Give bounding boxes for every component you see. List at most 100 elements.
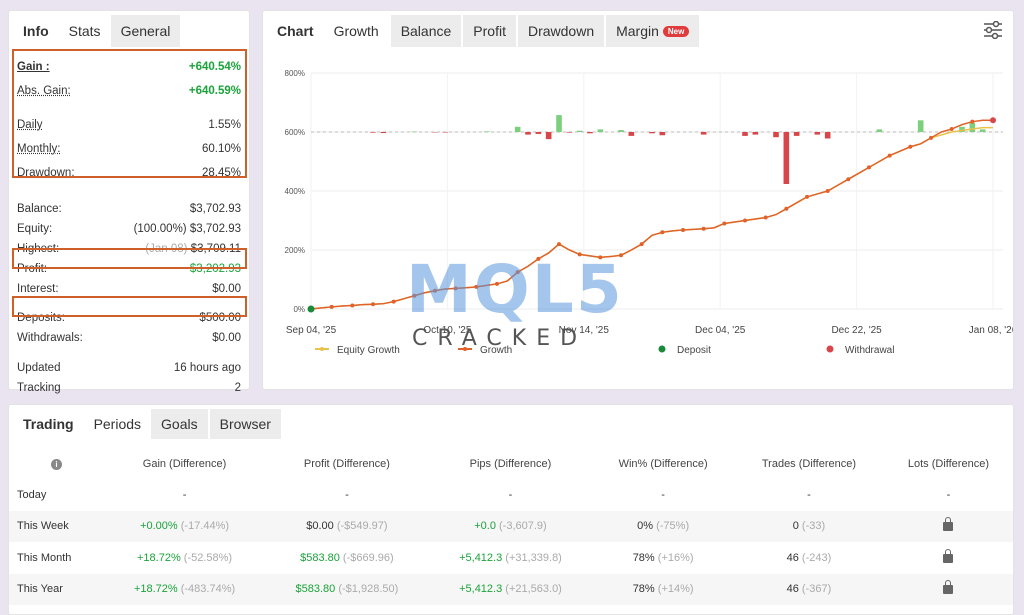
x-tick-label: Sep 04, '25 [286, 325, 337, 336]
trades-diff: (-243) [801, 551, 832, 564]
trades-diff: (-33) [801, 520, 826, 533]
win-cell: 78% (+14%) [592, 573, 734, 605]
lock-icon[interactable] [943, 548, 954, 563]
profit-cell: $583.80 (-$1,928.50) [265, 573, 429, 605]
daily-bar-negative [659, 132, 666, 136]
tab-balance[interactable]: Balance [390, 15, 462, 47]
tab-periods[interactable]: Periods [84, 409, 151, 439]
gain-value: +0.00% [140, 520, 178, 533]
daily-bar-negative [566, 132, 573, 133]
balance-row: Balance: $3,702.93 [13, 199, 245, 219]
growth-point [743, 218, 747, 223]
lots-cell [884, 542, 1013, 574]
growth-point [474, 284, 479, 289]
tab-profit[interactable]: Profit [463, 15, 516, 47]
growth-point [453, 286, 458, 291]
balance-label: Balance: [17, 203, 62, 215]
tracking-value: 2 [234, 382, 241, 394]
tab-margin[interactable]: Margin New [606, 15, 700, 47]
tab-stats[interactable]: Stats [59, 15, 111, 47]
lock-icon[interactable] [943, 517, 954, 532]
gain-diff: (-483.74%) [180, 583, 236, 596]
gain-cell: +0.00% (-17.44%) [104, 510, 266, 542]
daily-bar-negative [752, 132, 759, 135]
y-tick-label: 600% [285, 128, 305, 137]
daily-bar-negative [370, 132, 376, 133]
growth-point [619, 253, 623, 258]
legend-swatch-dot [320, 347, 324, 351]
trades-value: - [807, 488, 811, 501]
trades-diff: (-367) [801, 583, 832, 596]
growth-point [763, 215, 768, 220]
tab-growth[interactable]: Growth [324, 15, 389, 47]
win-value: 0% [637, 520, 654, 533]
growth-point [949, 127, 954, 132]
highlight-deposits-box [12, 296, 247, 317]
pips-cell: - [429, 479, 593, 511]
tab-drawdown[interactable]: Drawdown [517, 15, 605, 47]
periods-header-row: i Gain (Difference) Profit (Difference) … [9, 449, 1013, 479]
header-trades: Trades (Difference) [761, 458, 857, 470]
win-diff: (+14%) [657, 583, 694, 596]
daily-bar-negative [814, 132, 821, 135]
settings-sliders-icon[interactable] [983, 20, 1003, 40]
trades-value: 46 [786, 583, 799, 596]
daily-bar-negative [824, 132, 831, 139]
withdrawals-label: Withdrawals: [17, 332, 83, 344]
header-pips: Pips (Difference) [469, 458, 552, 470]
growth-chart[interactable]: 0% 200% 400% 600% 800% Sep 04, '25 Oct 10, '25… [263, 51, 1013, 391]
deposit-marker [307, 305, 315, 313]
table-row: This Month +18.72% (-52.58%) $583.80 (-$66… [9, 542, 1013, 574]
highlight-gain-box [12, 49, 247, 178]
series-line-growth [310, 119, 993, 310]
win-cell: 78% (+16%) [592, 542, 734, 574]
gain-value: - [182, 488, 187, 501]
legend-label: Withdrawal [845, 345, 894, 356]
pips-diff: (+31,339.8) [505, 551, 562, 564]
daily-bar-positive [556, 115, 562, 132]
updated-row: Updated 16 hours ago [13, 358, 245, 378]
tab-chart[interactable]: Chart [267, 15, 324, 47]
tab-trading[interactable]: Trading [13, 409, 84, 439]
daily-bar-negative [649, 132, 655, 134]
chart-tabs: Chart Growth Balance Profit Drawdown Mar… [267, 15, 1013, 47]
tab-goals[interactable]: Goals [151, 409, 208, 439]
tracking-row: Tracking 2 [13, 378, 245, 398]
profit-cell: $0.00 (-$549.97) [265, 510, 429, 542]
equity-value: $3,702.93 [189, 223, 241, 235]
pips-cell: +5,412.3 (+31,339.8) [429, 542, 593, 574]
pips-cell: +0.0 (-3,607.9) [428, 510, 593, 542]
profit-diff: (-$1,928.50) [338, 583, 399, 596]
pips-value: +5,412.3 [459, 583, 503, 596]
tab-info[interactable]: Info [13, 15, 59, 47]
win-value: 78% [632, 551, 655, 564]
daily-bar-positive [969, 122, 976, 132]
gain-cell: +18.72% (-52.58%) [104, 542, 265, 574]
info-circle-icon[interactable]: i [51, 459, 62, 470]
gain-cell: - [104, 479, 265, 511]
equity-percent: (100.00%) [133, 223, 187, 235]
growth-point [805, 194, 809, 199]
periods-panel: Trading Periods Goals Browser i Gain (Di… [8, 404, 1014, 615]
tab-general[interactable]: General [110, 15, 181, 47]
daily-bar-positive [597, 129, 604, 132]
legend-swatch-dot [463, 347, 467, 351]
daily-bar-positive [411, 131, 418, 132]
legend-swatch [826, 345, 834, 353]
daily-bar-negative [380, 132, 387, 134]
tab-browser[interactable]: Browser [209, 409, 281, 439]
trades-cell: 0 (-33) [734, 510, 884, 542]
growth-point [681, 227, 685, 232]
y-tick-label: 800% [285, 69, 305, 78]
pips-value: +0.0 [474, 520, 496, 533]
equity-label: Equity: [17, 223, 53, 235]
growth-point [412, 293, 417, 298]
daily-bar-negative [783, 132, 790, 184]
period-label: This Month [17, 551, 72, 564]
daily-bar-positive [618, 130, 624, 132]
x-tick-label: Dec 22, '25 [831, 325, 882, 336]
info-panel: Info Stats General Gain : +640.54% Abs. … [8, 10, 250, 394]
daily-bar-negative [773, 132, 779, 138]
lock-icon[interactable] [943, 580, 954, 595]
gain-diff: (-17.44%) [180, 520, 230, 533]
